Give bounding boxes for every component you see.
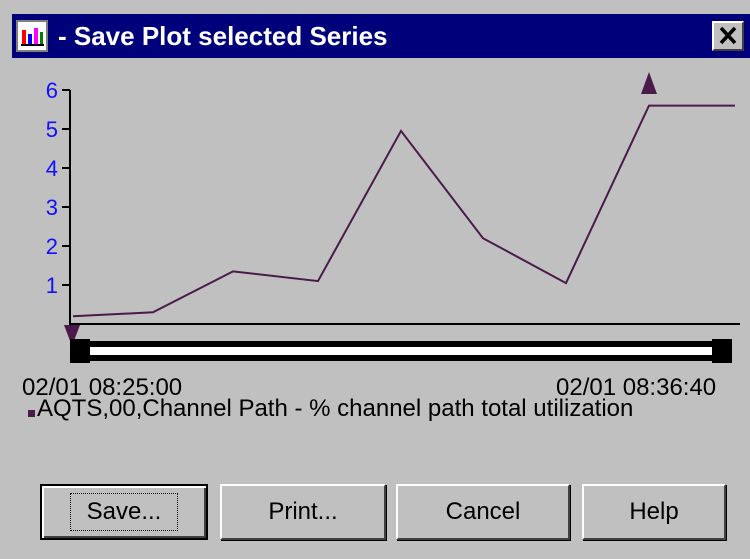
help-button[interactable]: Help	[582, 484, 726, 540]
print-button[interactable]: Print...	[220, 484, 386, 540]
save-button[interactable]: Save...	[40, 484, 208, 540]
line-chart: 1 2 3 4 5 6	[46, 72, 740, 363]
cancel-button[interactable]: Cancel	[396, 484, 570, 540]
slider-left-handle[interactable]	[70, 339, 90, 363]
print-button-label: Print...	[268, 498, 338, 525]
series-line	[72, 104, 735, 318]
slider-right-handle[interactable]	[712, 339, 732, 363]
y-tick-label: 2	[46, 234, 58, 259]
legend-label: AQTS,00,Channel Path - % channel path to…	[37, 395, 634, 422]
y-tick-label: 4	[46, 156, 58, 181]
y-tick-label: 5	[46, 117, 58, 142]
save-plot-dialog: - Save Plot selected Series 123456 02/01…	[0, 0, 750, 559]
time-range-slider[interactable]	[70, 339, 732, 363]
y-tick-label: 3	[46, 195, 58, 220]
y-tick-label: 6	[46, 78, 58, 103]
save-button-label: Save...	[69, 493, 179, 531]
y-ticks: 1 2 3 4 5 6	[46, 78, 70, 298]
help-button-label: Help	[629, 498, 679, 525]
end-marker-icon[interactable]	[641, 72, 657, 94]
legend: AQTS,00,Channel Path - % channel path to…	[28, 395, 750, 423]
cancel-button-label: Cancel	[445, 498, 521, 525]
y-tick-label: 1	[46, 273, 58, 298]
legend-swatch	[28, 410, 35, 418]
